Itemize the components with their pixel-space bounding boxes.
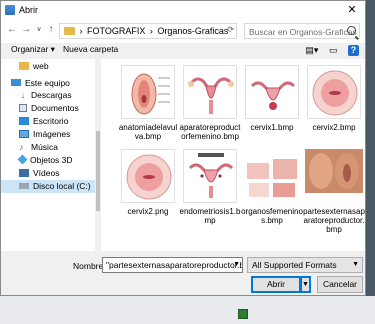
file-item[interactable]: endometriosis1.bmp (179, 149, 241, 225)
title-bar: Abrir ✕ (1, 1, 365, 19)
file-thumbnail (305, 149, 363, 203)
drive-icon (19, 182, 29, 189)
nav-item-objetos-3d[interactable]: Objetos 3D (1, 154, 95, 167)
file-item[interactable]: anatomiadelavulva.bmp (117, 65, 179, 141)
file-thumbnail (121, 65, 175, 119)
breadcrumb[interactable]: › FOTOGRAFIX › Organos-Graficas ⟳ (59, 23, 237, 39)
view-options-icon[interactable]: ▤▾ (305, 45, 318, 56)
file-name: cervix2.bmp (312, 123, 356, 132)
nav-item-imagenes[interactable]: Imágenes (1, 128, 95, 141)
file-thumbnail (245, 65, 299, 119)
file-thumbnail (245, 149, 299, 203)
recent-chevron-icon[interactable]: ∨ (33, 24, 45, 36)
folder-icon (64, 26, 75, 35)
nav-item-documentos[interactable]: Documentos (1, 102, 95, 115)
folder-icon (19, 61, 29, 70)
pictures-icon (19, 129, 29, 138)
search-input[interactable]: Buscar en Organos-Graficas (244, 23, 360, 39)
file-thumbnail (121, 149, 175, 203)
breadcrumb-item-fotografix[interactable]: FOTOGRAFIX (87, 26, 145, 36)
file-name: partesexternasaparatoreproductor.bmp (303, 207, 365, 234)
taskbar-app-icon[interactable] (238, 309, 248, 319)
breadcrumb-separator: › (79, 26, 83, 36)
file-item[interactable]: organosfemeninos.bmp (241, 149, 303, 225)
dialog-title: Abrir (19, 5, 39, 15)
preview-pane-icon[interactable]: ▭ (329, 45, 338, 56)
nav-item-musica[interactable]: ♪ Música (1, 141, 95, 154)
browser-content: web Este equipo ↓ Descargas Documentos Es… (1, 59, 365, 251)
background-taskbar (0, 296, 375, 324)
computer-icon (11, 79, 21, 87)
nav-item-videos[interactable]: Vídeos (1, 167, 95, 180)
file-name: organosfemeninos.bmp (241, 207, 303, 225)
dialog-footer: Nombre: "partesexternasaparatoreproducto… (1, 251, 365, 295)
chevron-down-icon[interactable]: ▼ (233, 258, 240, 272)
file-name: cervix2.png (127, 207, 169, 216)
scrollbar-thumb[interactable] (96, 131, 100, 211)
nav-scrollbar[interactable] (95, 59, 101, 251)
file-thumbnail (183, 65, 237, 119)
breadcrumb-item-organos-graficas[interactable]: Organos-Graficas (157, 26, 228, 36)
search-placeholder: Buscar en Organos-Graficas (249, 27, 357, 37)
filename-input[interactable]: "partesexternasaparatoreproductor.bmp" ▼ (102, 257, 243, 273)
file-list: anatomiadelavulva.bmp aparatoreproductor… (105, 59, 365, 251)
up-arrow-icon[interactable]: ↑ (45, 24, 57, 36)
command-toolbar: Organizar ▾ Nueva carpeta ▤▾ ▭ ? (1, 43, 365, 59)
close-icon[interactable]: ✕ (345, 3, 359, 17)
file-item[interactable]: cervix2.png (117, 149, 179, 216)
open-button[interactable]: Abrir (251, 276, 301, 293)
objects-3d-icon (17, 154, 28, 165)
file-name: anatomiadelavulva.bmp (118, 123, 178, 141)
desktop-icon (19, 116, 29, 125)
help-icon[interactable]: ? (348, 45, 359, 56)
filename-label: Nombre: (73, 261, 106, 271)
file-name: aparatoreproductorfemenino.bmp (179, 123, 241, 141)
file-thumbnail (183, 149, 237, 203)
file-item[interactable]: cervix1.bmp (241, 65, 303, 132)
videos-icon (19, 168, 29, 177)
new-folder-button[interactable]: Nueva carpeta (63, 44, 118, 54)
file-type-select[interactable]: All Supported Formats ▼ (247, 257, 363, 273)
open-file-dialog: Abrir ✕ ← → ∨ ↑ › FOTOGRAFIX › Organos-G… (0, 0, 366, 296)
refresh-icon[interactable]: ⟳ (227, 25, 234, 34)
download-icon: ↓ (20, 89, 26, 100)
file-name: endometriosis1.bmp (179, 207, 241, 225)
file-thumbnail (307, 65, 361, 119)
file-item[interactable]: partesexternasaparatoreproductor.bmp (303, 149, 365, 234)
nav-item-web[interactable]: web (1, 60, 95, 73)
navigation-pane: web Este equipo ↓ Descargas Documentos Es… (1, 59, 101, 251)
documents-icon (19, 103, 27, 112)
forward-arrow-icon[interactable]: → (20, 24, 32, 36)
nav-item-descargas[interactable]: ↓ Descargas (1, 89, 95, 102)
open-options-chevron-icon[interactable]: ▼ (301, 276, 311, 293)
cancel-button[interactable]: Cancelar (317, 276, 363, 293)
file-type-value: All Supported Formats (252, 260, 337, 270)
breadcrumb-separator: › (149, 26, 153, 36)
file-name: cervix1.bmp (250, 123, 294, 132)
search-icon (347, 26, 356, 35)
back-arrow-icon[interactable]: ← (6, 24, 18, 36)
address-bar: ← → ∨ ↑ › FOTOGRAFIX › Organos-Graficas … (1, 19, 365, 43)
chevron-down-icon[interactable]: ▼ (352, 258, 359, 272)
file-item[interactable]: cervix2.bmp (303, 65, 365, 132)
music-icon: ♪ (19, 141, 24, 152)
nav-item-disco-local[interactable]: Disco local (C:) (1, 180, 95, 193)
background-window-strip (366, 0, 375, 324)
file-item[interactable]: aparatoreproductorfemenino.bmp (179, 65, 241, 141)
organize-button[interactable]: Organizar ▾ (11, 44, 55, 55)
nav-item-escritorio[interactable]: Escritorio (1, 115, 95, 128)
filename-value: "partesexternasaparatoreproductor.bmp" (106, 260, 242, 270)
app-icon (5, 5, 15, 15)
